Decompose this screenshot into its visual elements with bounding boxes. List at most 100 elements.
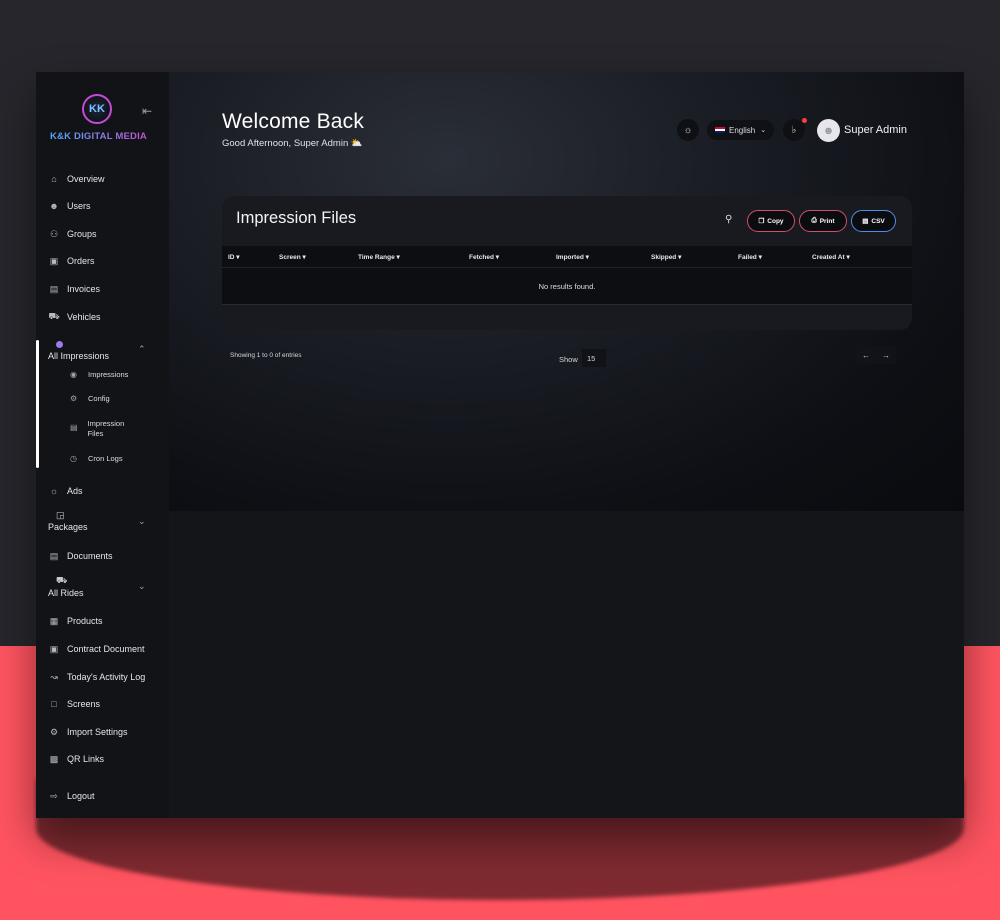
logout-icon: ⇨ (50, 790, 58, 801)
sidebar-item-label: Vehicles (67, 312, 101, 322)
chart-icon: ↝ (50, 671, 58, 682)
sidebar-group-label: Packages (48, 522, 88, 532)
sidebar-item-users[interactable]: ☻ Users (48, 197, 91, 215)
impression-files-card: Impression Files ⚲ ❐ Copy ⎙ Print ▤ CSV … (222, 196, 912, 330)
sidebar-item-label: Documents (67, 551, 113, 561)
sidebar-item-label: Screens (67, 699, 101, 709)
column-header-skipped[interactable]: Skipped ▾ (651, 253, 681, 261)
group-icon: ⚇ (49, 228, 59, 239)
sidebar-item-groups[interactable]: ⚇ Groups (48, 225, 97, 243)
sidebar-item-documents[interactable]: ▤ Documents (48, 547, 113, 565)
sidebar-item-label: QR Links (67, 754, 105, 764)
print-icon: ⎙ (811, 217, 817, 224)
sidebar-subitem-config[interactable]: ⚙ Config (70, 394, 110, 404)
sidebar-item-contract-document[interactable]: ▣ Contract Document (48, 640, 145, 658)
entries-summary: Showing 1 to 0 of entries (230, 352, 302, 359)
sidebar-subitem-label: Config (88, 394, 110, 403)
logo-initials: KK (89, 103, 105, 115)
sidebar-item-ads[interactable]: ☼ Ads (48, 482, 83, 500)
empty-table-message: No results found. (222, 268, 912, 305)
column-header-imported[interactable]: Imported ▾ (556, 253, 589, 261)
car-icon: ⛟ (56, 575, 68, 585)
chevron-up-icon[interactable]: ⌃ (138, 344, 146, 355)
sidebar-item-logout[interactable]: ⇨ Logout (48, 787, 95, 805)
sidebar-item-qr-links[interactable]: ▩ QR Links (48, 750, 104, 768)
copy-button[interactable]: ❐ Copy (747, 210, 795, 232)
chevron-down-icon[interactable]: ⌄ (138, 581, 146, 592)
bell-icon[interactable]: ♭ (783, 119, 805, 141)
sidebar-subitem-label: Cron Logs (88, 454, 123, 463)
copy-icon: ❐ (758, 218, 765, 225)
clock-icon: ◷ (70, 454, 77, 463)
brand-logo[interactable]: KK (82, 94, 112, 124)
brand-name: K&K DIGITAL MEDIA (50, 131, 160, 142)
sidebar-subitem-label: Impressions (88, 370, 129, 379)
sidebar: KK K&K DIGITAL MEDIA ⇤ ⌂ Overview ☻ User… (36, 72, 169, 818)
impressions-group-icon (56, 340, 109, 350)
page-size-select[interactable]: 15 (582, 349, 606, 367)
sidebar-item-label: Products (67, 616, 103, 626)
sidebar-subitem-impressions[interactable]: ◉ Impressions (70, 370, 128, 380)
home-icon: ⌂ (51, 174, 57, 184)
column-header-id[interactable]: ID ▾ (228, 253, 240, 261)
user-name[interactable]: Super Admin (844, 124, 907, 136)
chevron-down-icon: ⌄ (760, 127, 767, 134)
sidebar-item-label: Users (67, 201, 91, 211)
ads-icon: ☼ (49, 486, 59, 496)
sidebar-group-label: All Rides (48, 588, 84, 598)
sidebar-item-overview[interactable]: ⌂ Overview (48, 170, 104, 188)
print-button-label: Print (819, 217, 835, 225)
search-icon[interactable]: ⚲ (725, 214, 732, 225)
column-header-failed[interactable]: Failed ▾ (738, 253, 762, 261)
sidebar-item-label: Import Settings (67, 727, 128, 737)
sidebar-item-screens[interactable]: □ Screens (48, 695, 100, 713)
next-page-button[interactable]: → (882, 351, 890, 360)
pagination: ← → (856, 346, 896, 364)
copy-button-label: Copy (767, 217, 784, 225)
contract-icon: ▣ (49, 643, 59, 654)
sidebar-item-orders[interactable]: ▣ Orders (48, 252, 95, 270)
eye-icon: ◉ (70, 370, 77, 379)
sidebar-item-import-settings[interactable]: ⚙ Import Settings (48, 723, 128, 741)
sidebar-item-invoices[interactable]: ▤ Invoices (48, 280, 100, 298)
column-header-fetched[interactable]: Fetched ▾ (469, 253, 499, 261)
language-label: English (729, 125, 756, 135)
document-icon: ▤ (49, 550, 59, 561)
sidebar-subitem-cron-logs[interactable]: ◷ Cron Logs (70, 454, 123, 464)
prev-page-button[interactable]: ← (862, 351, 870, 360)
column-header-screen[interactable]: Screen ▾ (279, 253, 306, 261)
card-title: Impression Files (236, 209, 357, 227)
sidebar-subitem-label: Impression Files (87, 419, 125, 438)
settings-icon: ⚙ (49, 726, 59, 737)
sidebar-item-label: Groups (67, 229, 97, 239)
orders-icon: ▣ (49, 255, 59, 266)
avatar[interactable]: ☻ (817, 119, 840, 142)
column-header-time-range[interactable]: Time Range ▾ (358, 253, 400, 261)
active-section-indicator (36, 340, 39, 468)
language-selector[interactable]: English ⌄ (707, 120, 775, 140)
collapse-sidebar-icon[interactable]: ⇤ (142, 104, 152, 118)
sidebar-item-label: Contract Document (67, 644, 145, 654)
sidebar-subitem-impression-files[interactable]: ▤ Impression Files (70, 419, 140, 439)
print-button[interactable]: ⎙ Print (799, 210, 847, 232)
chevron-down-icon[interactable]: ⌄ (138, 516, 146, 527)
sidebar-item-label: Logout (67, 791, 95, 801)
page-size-label: Show (559, 355, 578, 364)
sidebar-item-label: Today's Activity Log (67, 672, 146, 682)
csv-button[interactable]: ▤ CSV (851, 210, 896, 232)
theme-toggle-icon[interactable]: ☼ (677, 119, 699, 141)
screen-icon: □ (51, 699, 57, 709)
file-icon: ▤ (70, 423, 78, 432)
sidebar-group-all-rides[interactable]: ⛟ All Rides (48, 575, 84, 598)
sidebar-group-all-impressions[interactable]: All Impressions (48, 340, 109, 361)
sidebar-item-vehicles[interactable]: ⛟ Vehicles (48, 308, 101, 326)
sidebar-item-products[interactable]: ▦ Products (48, 612, 103, 630)
csv-button-label: CSV (871, 217, 885, 225)
page-title: Welcome Back (222, 110, 365, 133)
notification-badge (802, 118, 807, 123)
column-header-created-at[interactable]: Created At ▾ (812, 253, 850, 261)
app-window: KK K&K DIGITAL MEDIA ⇤ ⌂ Overview ☻ User… (36, 72, 964, 818)
sidebar-group-packages[interactable]: ◲ Packages (48, 510, 88, 532)
sidebar-item-activity-log[interactable]: ↝ Today's Activity Log (48, 668, 145, 686)
gear-icon: ⚙ (70, 394, 78, 403)
